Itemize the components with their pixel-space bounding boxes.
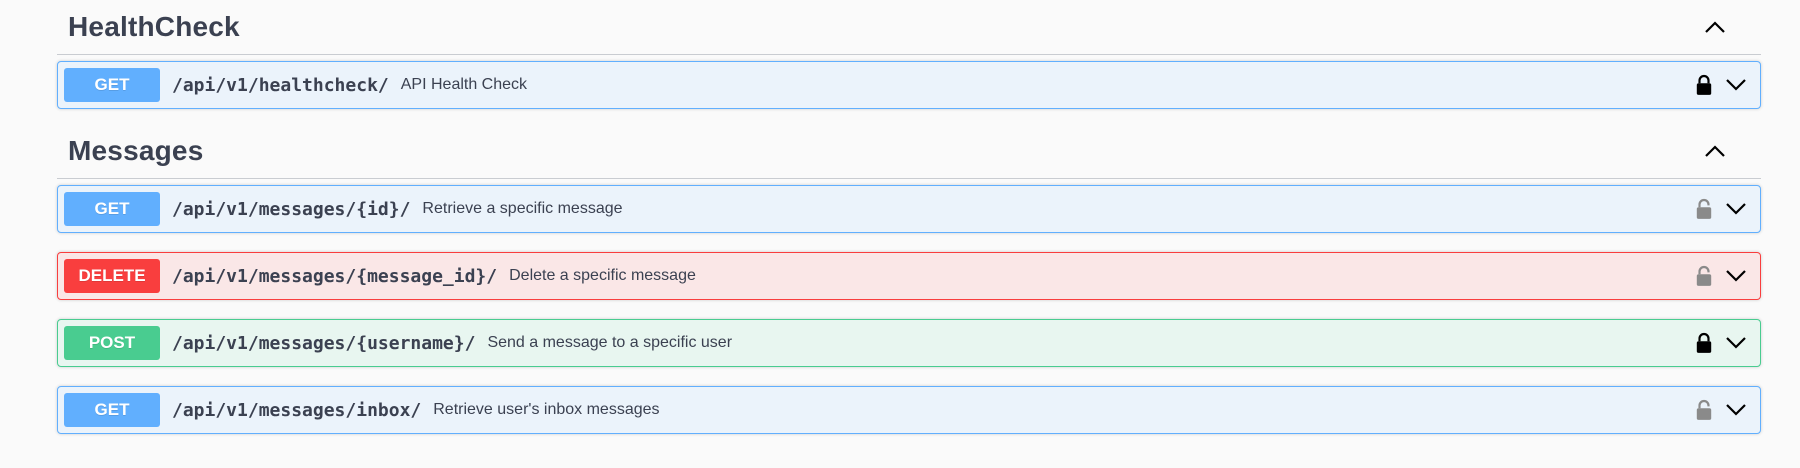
operation-get-inbox[interactable]: GET /api/v1/messages/inbox/ Retrieve use… <box>57 386 1761 434</box>
method-badge: GET <box>64 68 160 102</box>
operations-list: GET /api/v1/messages/{id}/ Retrieve a sp… <box>57 179 1761 434</box>
operation-controls <box>1694 186 1748 232</box>
chevron-down-icon[interactable] <box>1724 264 1748 288</box>
lock-open-icon[interactable] <box>1694 197 1714 221</box>
tag-title: Messages <box>68 134 204 166</box>
tag-header-messages[interactable]: Messages <box>57 123 1761 179</box>
tag-header-healthcheck[interactable]: HealthCheck <box>57 0 1761 55</box>
chevron-up-icon[interactable] <box>1703 139 1727 163</box>
operation-controls <box>1694 387 1748 433</box>
tag-section-healthcheck: HealthCheck GET /api/v1/healthcheck/ API… <box>57 0 1761 109</box>
swagger-operations-container: HealthCheck GET /api/v1/healthcheck/ API… <box>57 0 1761 448</box>
lock-open-icon[interactable] <box>1694 264 1714 288</box>
chevron-down-icon[interactable] <box>1724 398 1748 422</box>
operation-summary: Send a message to a specific user <box>487 334 733 351</box>
chevron-up-icon[interactable] <box>1703 15 1727 39</box>
operation-post-message[interactable]: POST /api/v1/messages/{username}/ Send a… <box>57 319 1761 367</box>
method-badge: GET <box>64 192 160 226</box>
operation-controls <box>1694 320 1748 366</box>
lock-open-icon[interactable] <box>1694 398 1714 422</box>
operation-path: /api/v1/messages/{username}/ <box>172 332 476 354</box>
operation-path: /api/v1/messages/{message_id}/ <box>172 265 498 287</box>
operation-controls <box>1694 253 1748 299</box>
tag-title: HealthCheck <box>68 11 240 42</box>
tag-section-messages: Messages GET /api/v1/messages/{id}/ Retr… <box>57 123 1761 434</box>
method-badge: POST <box>64 326 160 360</box>
method-badge: GET <box>64 393 160 427</box>
operation-controls <box>1694 62 1748 108</box>
operation-delete-message[interactable]: DELETE /api/v1/messages/{message_id}/ De… <box>57 252 1761 300</box>
lock-closed-icon[interactable] <box>1694 331 1714 355</box>
chevron-down-icon[interactable] <box>1724 331 1748 355</box>
chevron-down-icon[interactable] <box>1724 73 1748 97</box>
method-badge: DELETE <box>64 259 160 293</box>
operation-path: /api/v1/messages/inbox/ <box>172 399 422 421</box>
operation-summary: Retrieve user's inbox messages <box>433 401 660 418</box>
operation-get-message[interactable]: GET /api/v1/messages/{id}/ Retrieve a sp… <box>57 185 1761 233</box>
lock-closed-icon[interactable] <box>1694 73 1714 97</box>
operations-list: GET /api/v1/healthcheck/ API Health Chec… <box>57 55 1761 109</box>
operation-path: /api/v1/messages/{id}/ <box>172 198 411 220</box>
operation-get-healthcheck[interactable]: GET /api/v1/healthcheck/ API Health Chec… <box>57 61 1761 109</box>
chevron-down-icon[interactable] <box>1724 197 1748 221</box>
operation-summary: Retrieve a specific message <box>422 200 623 217</box>
operation-summary: Delete a specific message <box>509 267 696 284</box>
operation-path: /api/v1/healthcheck/ <box>172 74 389 96</box>
operation-summary: API Health Check <box>400 76 528 93</box>
